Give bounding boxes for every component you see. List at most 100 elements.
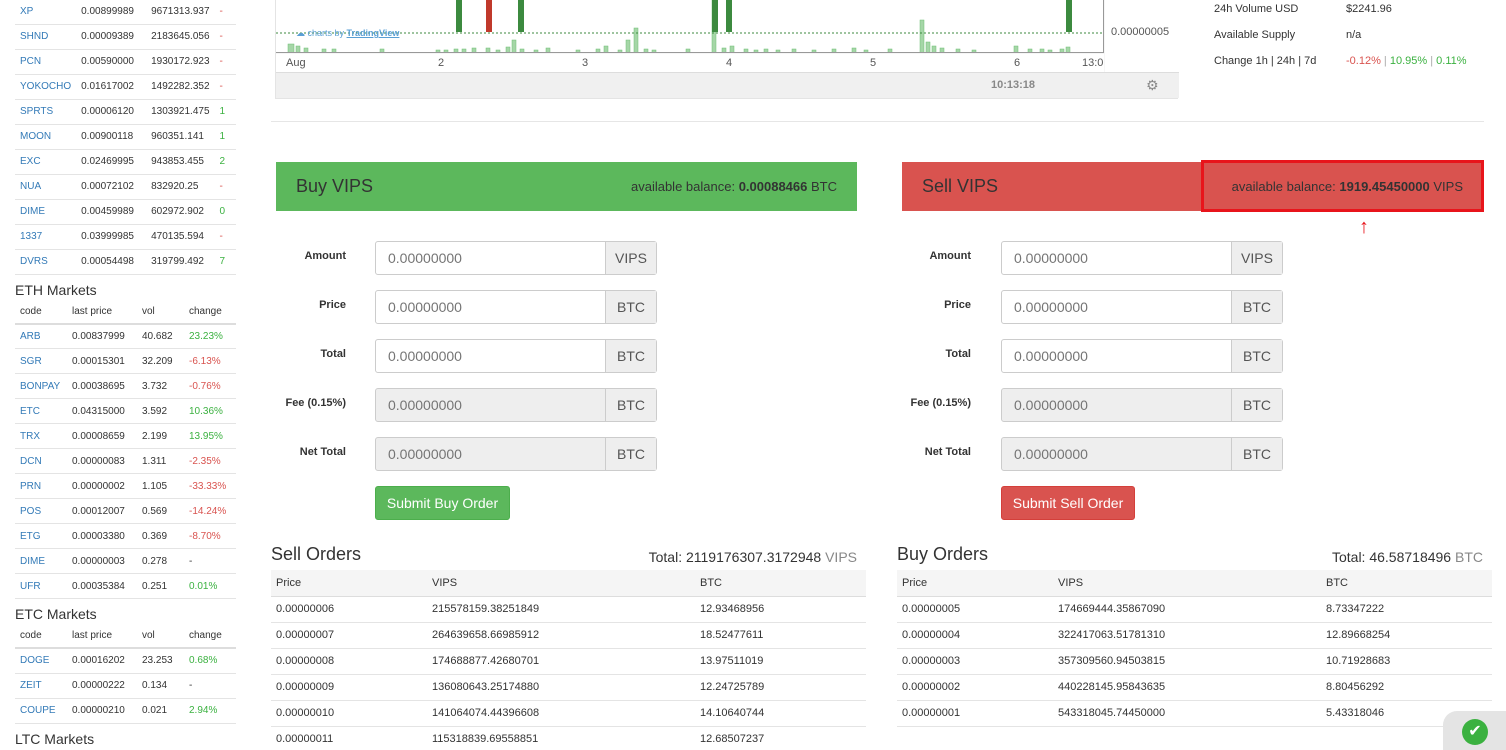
volume-bar <box>295 45 301 52</box>
market-code[interactable]: TRX <box>15 423 67 449</box>
market-row[interactable]: YOKOCHO 0.01617002 1492282.352- <box>15 74 236 100</box>
col-vol[interactable]: vol <box>137 299 184 325</box>
amount-input[interactable] <box>376 291 605 323</box>
market-code[interactable]: ETC <box>15 398 67 424</box>
col-last-price[interactable]: last price <box>67 299 137 325</box>
amount-input[interactable] <box>376 340 605 372</box>
chart-plot-area[interactable]: ☁ charts by TradingView <box>276 0 1104 53</box>
market-code[interactable]: DOGE <box>15 648 67 674</box>
price-chart[interactable]: ☁ charts by TradingView Aug 2 3 4 5 6 13:0 0.0… <box>275 0 1179 99</box>
market-row[interactable]: 1337 0.03999985 470135.594- <box>15 224 236 250</box>
amount-input[interactable] <box>1002 242 1231 274</box>
market-row[interactable]: DOGE 0.00016202 23.253 0.68% <box>15 648 236 674</box>
order-row[interactable]: 0.00000009 136080643.25174880 12.24725789 <box>271 674 866 701</box>
order-row[interactable]: 0.00000003 357309560.94503815 10.71928683 <box>897 648 1492 675</box>
market-code[interactable]: NUA <box>15 174 77 200</box>
order-row[interactable]: 0.00000007 264639658.66985912 18.52477611 <box>271 622 866 649</box>
market-row[interactable]: PCN 0.00590000 1930172.923- <box>15 49 236 75</box>
market-code[interactable]: DCN <box>15 448 67 474</box>
market-row[interactable]: MOON 0.00900118 960351.141 1 <box>15 124 236 150</box>
market-code[interactable]: PRN <box>15 473 67 499</box>
market-last-price: 0.00003380 <box>67 523 137 549</box>
market-row[interactable]: EXC 0.02469995 943853.455 2 <box>15 149 236 175</box>
market-code[interactable]: SPRTS <box>15 99 77 125</box>
volume-bar <box>831 48 837 52</box>
market-code[interactable]: ARB <box>15 323 67 349</box>
tradingview-logo[interactable]: ☁ charts by TradingView <box>296 28 399 39</box>
order-row[interactable]: 0.00000008 174688877.42680701 13.97511019 <box>271 648 866 675</box>
markets-sidebar: XP 0.00899989 9671313.937- SHND 0.00009389 21… <box>15 0 236 750</box>
volume-bar <box>863 49 869 52</box>
market-row[interactable]: SHND 0.00009389 2183645.056- <box>15 24 236 50</box>
market-code[interactable]: XP <box>15 0 77 25</box>
market-row[interactable]: DIME 0.00000003 0.278- <box>15 548 236 574</box>
market-row[interactable]: DIME 0.00459989 602972.902 0 <box>15 199 236 225</box>
col-code[interactable]: code <box>15 624 67 649</box>
market-row[interactable]: ARB 0.00837999 40.682 23.23% <box>15 323 236 349</box>
order-row[interactable]: 0.00000006 215578159.38251849 12.93468956 <box>271 596 866 623</box>
market-row[interactable]: DVRS 0.00054498 319799.492 7 <box>15 249 236 275</box>
market-code[interactable]: POS <box>15 498 67 524</box>
order-row[interactable]: 0.00000010 141064074.44396608 14.10640744 <box>271 700 866 727</box>
col-change[interactable]: change <box>184 624 236 649</box>
unit-addon: BTC <box>1231 291 1282 323</box>
market-change: - <box>214 0 236 25</box>
x-axis-tick: 13:0 <box>1082 57 1104 69</box>
market-code[interactable]: DIME <box>15 548 67 574</box>
market-row[interactable]: TRX 0.00008659 2.199 13.95% <box>15 423 236 449</box>
order-row[interactable]: 0.00000005 174669444.35867090 8.73347222 <box>897 596 1492 623</box>
market-code[interactable]: YOKOCHO <box>15 74 77 100</box>
market-code[interactable]: 1337 <box>15 224 77 250</box>
volume-bar <box>931 45 937 52</box>
market-row[interactable]: POS 0.00012007 0.569 -14.24% <box>15 498 236 524</box>
market-row[interactable]: DCN 0.00000083 1.311 -2.35% <box>15 448 236 474</box>
market-row[interactable]: SPRTS 0.00006120 1303921.475 1 <box>15 99 236 125</box>
amount-input[interactable] <box>1002 340 1231 372</box>
col-price[interactable]: Price <box>897 570 1053 597</box>
market-code[interactable]: EXC <box>15 149 77 175</box>
market-code[interactable]: SHND <box>15 24 77 50</box>
submit-sell-order-button[interactable]: Submit Sell Order <box>1001 486 1135 520</box>
col-change[interactable]: change <box>184 299 236 325</box>
amount-input[interactable] <box>376 242 605 274</box>
col-price[interactable]: Price <box>271 570 427 597</box>
market-code[interactable]: ZEIT <box>15 673 67 699</box>
status-badge[interactable]: ✔ <box>1443 711 1506 750</box>
market-code[interactable]: MOON <box>15 124 77 150</box>
market-row[interactable]: ETG 0.00003380 0.369 -8.70% <box>15 523 236 549</box>
market-code[interactable]: COUPE <box>15 698 67 724</box>
market-code[interactable]: PCN <box>15 49 77 75</box>
gear-icon[interactable]: ⚙ <box>1146 77 1159 94</box>
market-code[interactable]: ETG <box>15 523 67 549</box>
col-last-price[interactable]: last price <box>67 624 137 649</box>
col-vips[interactable]: VIPS <box>1053 570 1321 597</box>
buy-balance[interactable]: available balance: 0.00088466 BTC <box>631 179 837 194</box>
market-code[interactable]: UFR <box>15 573 67 599</box>
col-code[interactable]: code <box>15 299 67 325</box>
market-row[interactable]: ETC 0.04315000 3.592 10.36% <box>15 398 236 424</box>
market-row[interactable]: SGR 0.00015301 32.209 -6.13% <box>15 348 236 374</box>
market-volume: 40.682 <box>137 323 184 349</box>
col-vips[interactable]: VIPS <box>427 570 695 597</box>
market-code[interactable]: DVRS <box>15 249 77 275</box>
market-row[interactable]: NUA 0.00072102 832920.25- <box>15 174 236 200</box>
market-row[interactable]: ZEIT 0.00000222 0.134- <box>15 673 236 699</box>
order-row[interactable]: 0.00000002 440228145.95843635 8.80456292 <box>897 674 1492 701</box>
col-vol[interactable]: vol <box>137 624 184 649</box>
amount-input[interactable] <box>1002 291 1231 323</box>
order-row[interactable]: 0.00000001 543318045.74450000 5.43318046 <box>897 700 1492 727</box>
market-change: 0.01% <box>184 573 236 599</box>
col-btc[interactable]: BTC <box>695 570 866 597</box>
market-row[interactable]: PRN 0.00000002 1.105 -33.33% <box>15 473 236 499</box>
market-code[interactable]: BONPAY <box>15 373 67 399</box>
market-row[interactable]: BONPAY 0.00038695 3.732 -0.76% <box>15 373 236 399</box>
market-row[interactable]: UFR 0.00035384 0.251 0.01% <box>15 573 236 599</box>
order-row[interactable]: 0.00000011 115318839.69558851 12.68507237 <box>271 726 866 750</box>
submit-buy-order-button[interactable]: Submit Buy Order <box>375 486 510 520</box>
order-row[interactable]: 0.00000004 322417063.51781310 12.89668254 <box>897 622 1492 649</box>
market-row[interactable]: XP 0.00899989 9671313.937- <box>15 0 236 25</box>
market-code[interactable]: SGR <box>15 348 67 374</box>
market-row[interactable]: COUPE 0.00000210 0.021 2.94% <box>15 698 236 724</box>
market-code[interactable]: DIME <box>15 199 77 225</box>
col-btc[interactable]: BTC <box>1321 570 1492 597</box>
